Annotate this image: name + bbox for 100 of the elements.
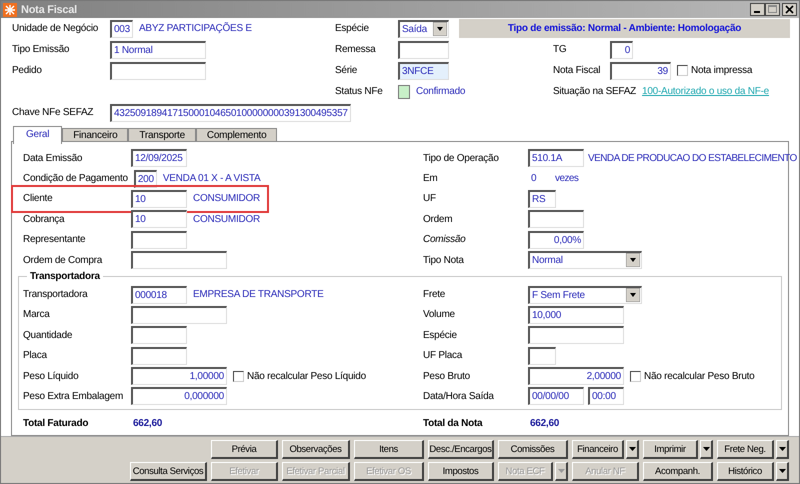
total-label: Total Faturado: [23, 418, 90, 430]
field-label: Peso Extra Embalagem: [23, 390, 124, 402]
field-label: Peso Bruto: [423, 370, 471, 382]
input-field[interactable]: RS: [528, 190, 556, 208]
input-field[interactable]: 510.1A: [528, 149, 584, 168]
dropdown-field[interactable]: F Sem Frete: [528, 286, 642, 304]
input-field[interactable]: 10: [131, 190, 187, 208]
field-label: Transportadora: [23, 289, 89, 300]
input-field[interactable]: 00:00: [588, 387, 624, 406]
status-text: Confirmado: [416, 86, 466, 97]
dropdown-arrow-button[interactable]: [776, 440, 789, 459]
input-field[interactable]: 0: [610, 40, 633, 58]
dropdown-field[interactable]: Normal: [528, 251, 642, 270]
action-button[interactable]: Prévia: [211, 440, 278, 459]
dropdown-field[interactable]: Saída: [398, 20, 449, 38]
field-label: Tipo de Operação: [423, 152, 500, 164]
input-field[interactable]: [110, 62, 206, 80]
input-field[interactable]: 10,000: [528, 306, 624, 324]
action-button[interactable]: Histórico: [717, 462, 774, 481]
field-label: Data Emissão: [23, 152, 84, 164]
input-field[interactable]: 43250918941715000104650100000000391300495357: [110, 104, 351, 122]
dropdown-arrow-button[interactable]: [700, 440, 713, 459]
tab[interactable]: Geral: [13, 126, 62, 144]
checkbox[interactable]: [233, 370, 244, 382]
checkbox[interactable]: [630, 370, 641, 382]
dropdown-arrow-button[interactable]: [776, 462, 789, 481]
input-field[interactable]: 12/09/2025: [131, 149, 187, 168]
action-button[interactable]: Acompanh.: [643, 462, 713, 481]
minimize-icon[interactable]: [750, 3, 765, 16]
field-label: Série: [335, 65, 358, 76]
action-button[interactable]: Imprimir: [643, 440, 698, 459]
total-value: 662,60: [133, 418, 162, 430]
input-field[interactable]: [398, 40, 449, 58]
checkbox-label: Não recalcular Peso Líquido: [247, 370, 366, 382]
caret-icon: [778, 469, 786, 473]
action-button[interactable]: Observações: [282, 440, 350, 459]
input-field[interactable]: 39: [610, 62, 671, 80]
input-field[interactable]: [131, 306, 227, 324]
field-description: CONSUMIDOR: [193, 214, 260, 225]
dropdown-arrow-button[interactable]: [626, 440, 639, 459]
status-indicator: [398, 84, 410, 98]
input-field[interactable]: [528, 210, 584, 228]
action-button[interactable]: Comissões: [498, 440, 568, 459]
field-label: Ordem: [423, 214, 454, 225]
input-field[interactable]: [131, 230, 187, 249]
caret-icon: [626, 253, 640, 268]
input-field[interactable]: 0,000000: [131, 387, 227, 406]
input-field[interactable]: 1,00000: [131, 367, 227, 386]
field-label: Data/Hora Saída: [423, 390, 495, 402]
input-field[interactable]: 003: [110, 20, 133, 38]
action-button[interactable]: Itens: [354, 440, 424, 459]
field-description: VENDA 01 X - A VISTA: [162, 173, 260, 184]
caret-icon: [778, 447, 786, 451]
input-field[interactable]: 10: [131, 210, 187, 228]
field-label: Espécie: [423, 330, 458, 341]
input-field[interactable]: [528, 346, 556, 365]
action-button[interactable]: Desc./Encargos: [428, 440, 494, 459]
field-description: CONSUMIDOR: [193, 193, 260, 204]
tab[interactable]: Financeiro: [62, 128, 128, 141]
field-label: Frete: [423, 289, 446, 300]
input-field[interactable]: [131, 251, 227, 270]
input-field[interactable]: 1 Normal: [110, 40, 206, 58]
input-field[interactable]: 000018: [131, 286, 187, 304]
input-field[interactable]: [131, 346, 187, 365]
action-button[interactable]: Impostos: [428, 462, 494, 481]
field-label: Unidade de Negócio: [12, 23, 100, 34]
input-field[interactable]: [528, 326, 624, 344]
action-button[interactable]: Consulta Serviços: [130, 462, 207, 481]
close-icon[interactable]: [782, 3, 797, 16]
input-field[interactable]: 0,00%: [528, 230, 584, 249]
field-label: Tipo Emissão: [12, 44, 70, 55]
tab[interactable]: Complemento: [196, 128, 278, 141]
field-label: Comissão: [423, 234, 466, 246]
field-label: Pedido: [12, 65, 43, 76]
input-field[interactable]: 3NFCE: [398, 62, 449, 80]
field-label: Espécie: [335, 23, 370, 34]
field-label: Marca: [23, 309, 51, 320]
total-value: 662,60: [530, 418, 560, 430]
info-banner: Tipo de emissão: Normal - Ambiente: Homologação: [459, 19, 790, 38]
field-label: Cobrança: [23, 214, 66, 225]
total-label: Total da Nota: [423, 418, 484, 430]
field-label: Chave NFe SEFAZ: [12, 107, 94, 118]
tab[interactable]: Transporte: [128, 128, 196, 141]
maximize-icon[interactable]: [765, 3, 780, 16]
field-label: TG: [553, 44, 568, 55]
input-field[interactable]: 2,00000: [528, 367, 624, 386]
group-title: Transportadora: [29, 271, 102, 282]
field-description: EMPRESA DE TRANSPORTE: [193, 289, 324, 300]
field-label: Quantidade: [23, 330, 74, 341]
window-title: Nota Fiscal: [21, 4, 77, 16]
checkbox-label: Não recalcular Peso Bruto: [644, 370, 754, 382]
input-field[interactable]: 00/00/00: [528, 387, 584, 406]
field-label: Placa: [23, 350, 48, 362]
field-label: Tipo Nota: [423, 254, 465, 266]
field-unit: vezes: [555, 173, 578, 184]
checkbox[interactable]: [677, 65, 688, 76]
checkbox-label: Nota impressa: [691, 65, 752, 76]
action-button[interactable]: Financeiro: [572, 440, 624, 459]
action-button[interactable]: Frete Neg.: [717, 440, 774, 459]
input-field[interactable]: [131, 326, 187, 344]
